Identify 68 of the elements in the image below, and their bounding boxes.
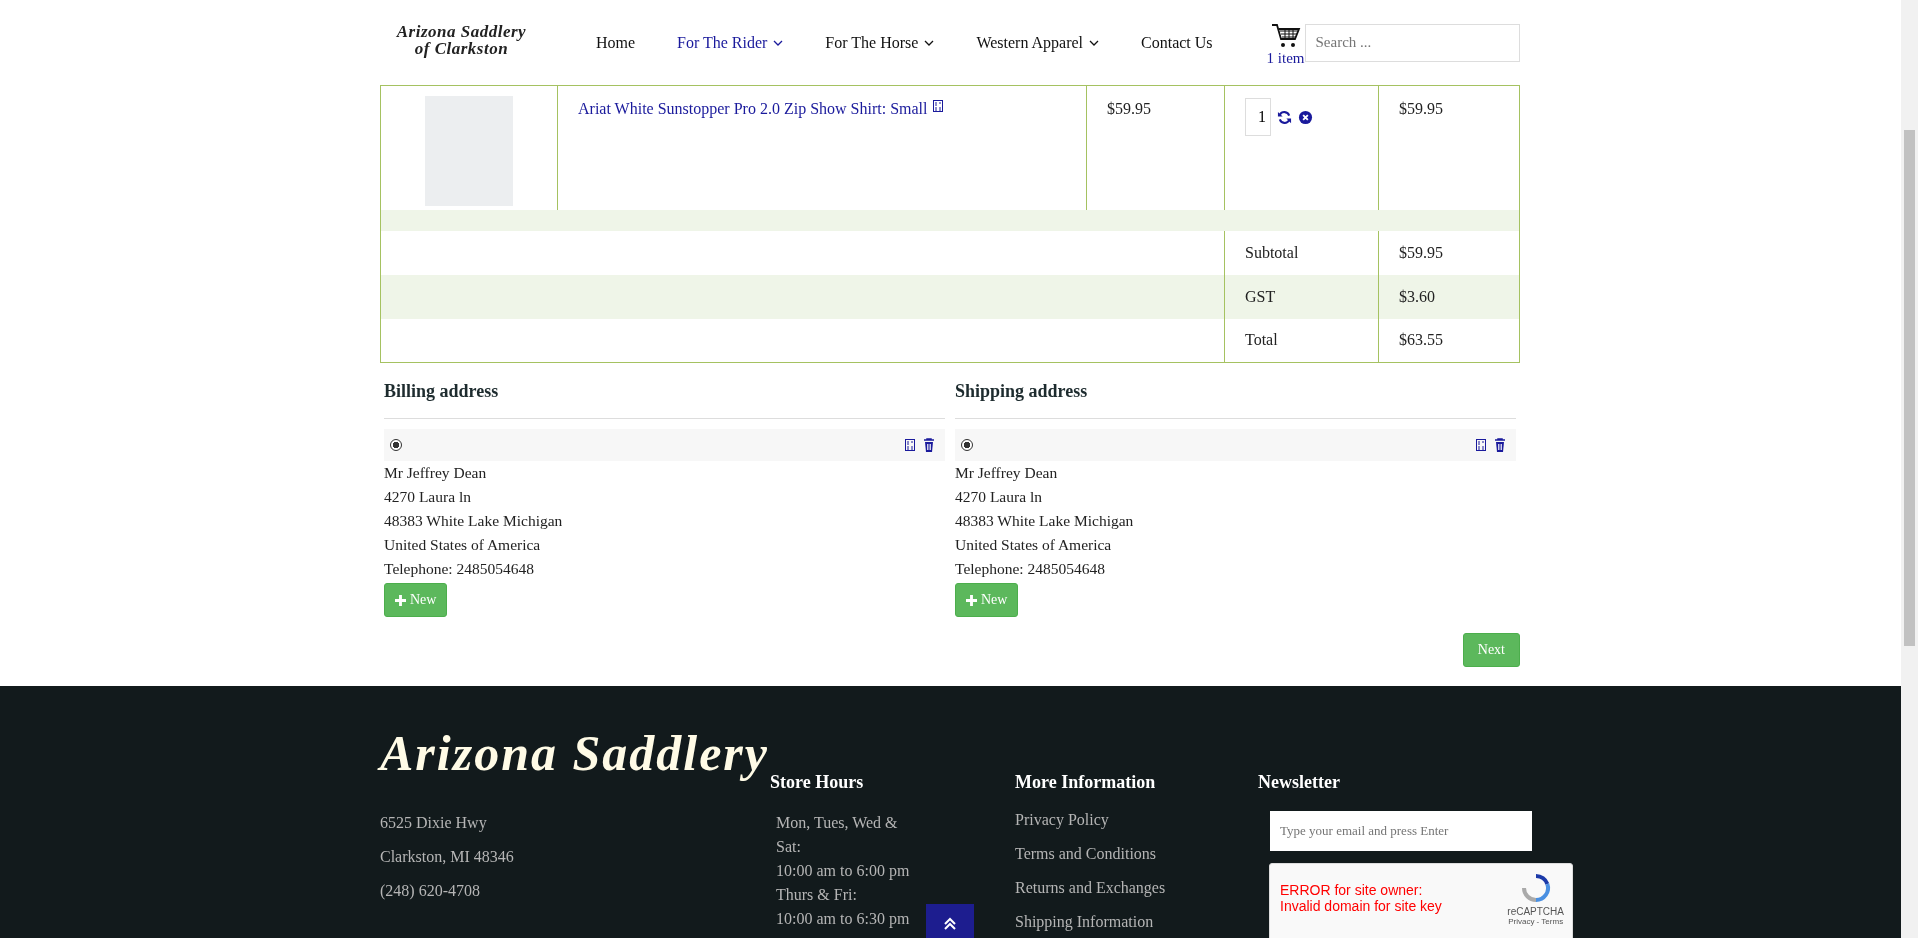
contact-line: Clarkston, MI 48346 [380,847,515,867]
chevron-down-icon [773,39,784,46]
unit-price: $59.95 [1107,100,1151,117]
captcha-error: ERROR for site owner: [1280,882,1424,898]
remove-icon[interactable] [1298,109,1313,125]
section-heading: Shipping address [955,381,1516,419]
summary-label: Subtotal [1245,243,1299,261]
cart-count[interactable]: 1 item [1266,50,1305,67]
address-line: United States of America [955,535,1113,555]
summary-label: Total [1245,331,1278,349]
trash-icon[interactable] [923,438,935,452]
address-line: Mr Jeffrey Dean [384,463,488,483]
footer-heading: Store Hours [770,772,865,793]
line-total: $59.95 [1399,100,1443,117]
address-line: 4270 Laura ln [955,487,1043,507]
edit-icon[interactable] [933,100,944,112]
section-heading: Billing address [384,381,945,419]
hours-line: 10:00 am to 6:30 pm [776,909,911,930]
hours-line: Mon, Tues, Wed & Sat: [776,813,899,857]
address-line: 4270 Laura ln [384,487,472,507]
contact-line: (248) 620-4708 [380,881,481,902]
chevron-down-icon [924,39,935,46]
search-field[interactable]: Search ... [1304,23,1520,62]
trash-icon[interactable] [1494,438,1506,452]
footer-heading: Newsletter [1258,772,1341,793]
captcha-error: Invalid domain for site key [1280,898,1442,914]
nav-link[interactable]: Home [595,33,635,52]
logo[interactable]: Arizona Saddlery of Clarkston [380,22,543,57]
captcha-links: Privacy - Terms [1508,917,1564,926]
radio-button[interactable] [390,439,402,451]
nav-link[interactable]: For The Horse [825,33,935,52]
hours-line: Thurs & Fri: [776,885,858,905]
email-field[interactable]: Type your email and press Enter [1270,811,1532,851]
scrollbar[interactable] [1901,0,1918,938]
footer-link[interactable]: Terms and Conditions [1015,837,1258,871]
footer-link[interactable]: Returns and Exchanges [1015,871,1258,905]
cart-icon[interactable] [1270,22,1301,50]
back-to-top-button[interactable] [926,904,974,938]
plus-icon [395,594,406,606]
recaptcha-logo-icon [1519,872,1552,904]
summary-value: $59.95 [1399,243,1443,261]
footer-heading: More Information [1015,772,1157,793]
captcha-brand: reCAPTCHA [1507,906,1564,917]
chevron-down-icon [1089,39,1100,46]
edit-icon[interactable] [905,439,915,451]
contact-line: 6525 Dixie Hwy [380,813,488,834]
quantity-field[interactable]: 1 [1245,98,1271,136]
nav-link[interactable]: For The Rider [677,33,784,52]
address-line: Telephone: 2485054648 [384,559,535,579]
address-line: Telephone: 2485054648 [955,559,1106,579]
footer-link[interactable]: Privacy Policy [1015,803,1258,837]
summary-label: GST [1245,287,1276,305]
refresh-icon[interactable] [1277,109,1292,125]
address-line: 48383 White Lake Michigan [384,511,564,531]
edit-icon[interactable] [1476,439,1486,451]
footer-link[interactable]: Shipping Information [1015,905,1258,938]
hours-line: 10:00 am to 6:00 pm [776,861,911,882]
address-line: 48383 White Lake Michigan [955,511,1135,531]
product-link[interactable]: Ariat White Sunstopper Pro 2.0 Zip Show Shirt: Small [578,100,928,117]
address-line: United States of America [384,535,542,555]
nav-link[interactable]: Contact Us [1141,33,1213,52]
double-chevron-up-icon [943,917,957,931]
plus-icon [966,594,977,606]
nav-link[interactable]: Western Apparel [976,33,1100,52]
address-line: Mr Jeffrey Dean [955,463,1059,483]
summary-value: $63.55 [1399,331,1443,349]
summary-value: $3.60 [1399,287,1435,305]
radio-button[interactable] [961,439,973,451]
